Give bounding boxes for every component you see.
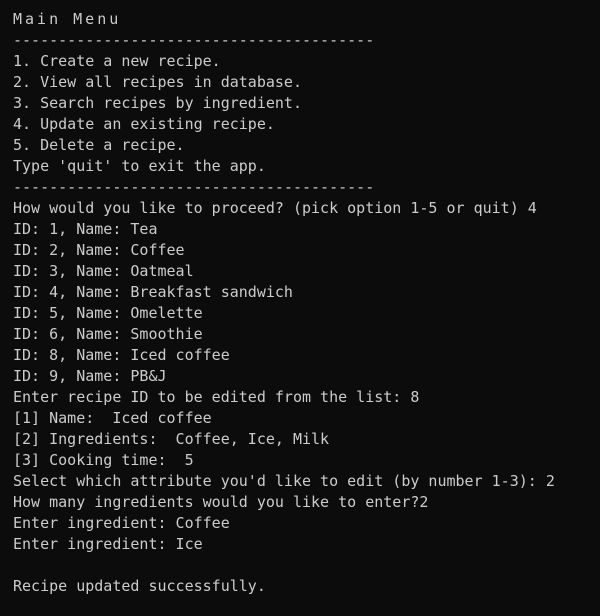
ingredient-count-prompt: How many ingredients would you like to e… [13,493,429,511]
menu-option-quit: Type 'quit' to exit the app. [13,157,266,175]
attribute-ingredients: [2] Ingredients: Coffee, Ice, Milk [13,430,330,448]
menu-option-create: 1. Create a new recipe. [13,52,221,70]
attribute-cooking-time: [3] Cooking time: 5 [13,451,194,469]
recipe-list-item: ID: 8, Name: Iced coffee [13,346,230,364]
menu-option-view: 2. View all recipes in database. [13,73,302,91]
ingredient-entry: Enter ingredient: Coffee [13,514,230,532]
recipe-list-item: ID: 2, Name: Coffee [13,241,185,259]
success-message: Recipe updated successfully. [13,577,266,595]
recipe-list-item: ID: 5, Name: Omelette [13,304,203,322]
edit-id-prompt: Enter recipe ID to be edited from the li… [13,388,420,406]
separator-top: ---------------------------------------- [13,31,375,49]
recipe-list-item: ID: 4, Name: Breakfast sandwich [13,283,293,301]
ingredient-entry: Enter ingredient: Ice [13,535,203,553]
recipe-list-item: ID: 6, Name: Smoothie [13,325,203,343]
attribute-name: [1] Name: Iced coffee [13,409,212,427]
menu-option-update: 4. Update an existing recipe. [13,115,275,133]
terminal-window[interactable]: Main Menu ------------------------------… [0,0,600,616]
proceed-prompt: How would you like to proceed? (pick opt… [13,199,537,217]
separator-bottom: ---------------------------------------- [13,178,375,196]
attribute-select-prompt: Select which attribute you'd like to edi… [13,472,555,490]
menu-option-delete: 5. Delete a recipe. [13,136,185,154]
recipe-list-item: ID: 9, Name: PB&J [13,367,167,385]
menu-option-search: 3. Search recipes by ingredient. [13,94,302,112]
menu-title: Main Menu [13,10,122,28]
recipe-list-item: ID: 3, Name: Oatmeal [13,262,194,280]
recipe-list-item: ID: 1, Name: Tea [13,220,158,238]
